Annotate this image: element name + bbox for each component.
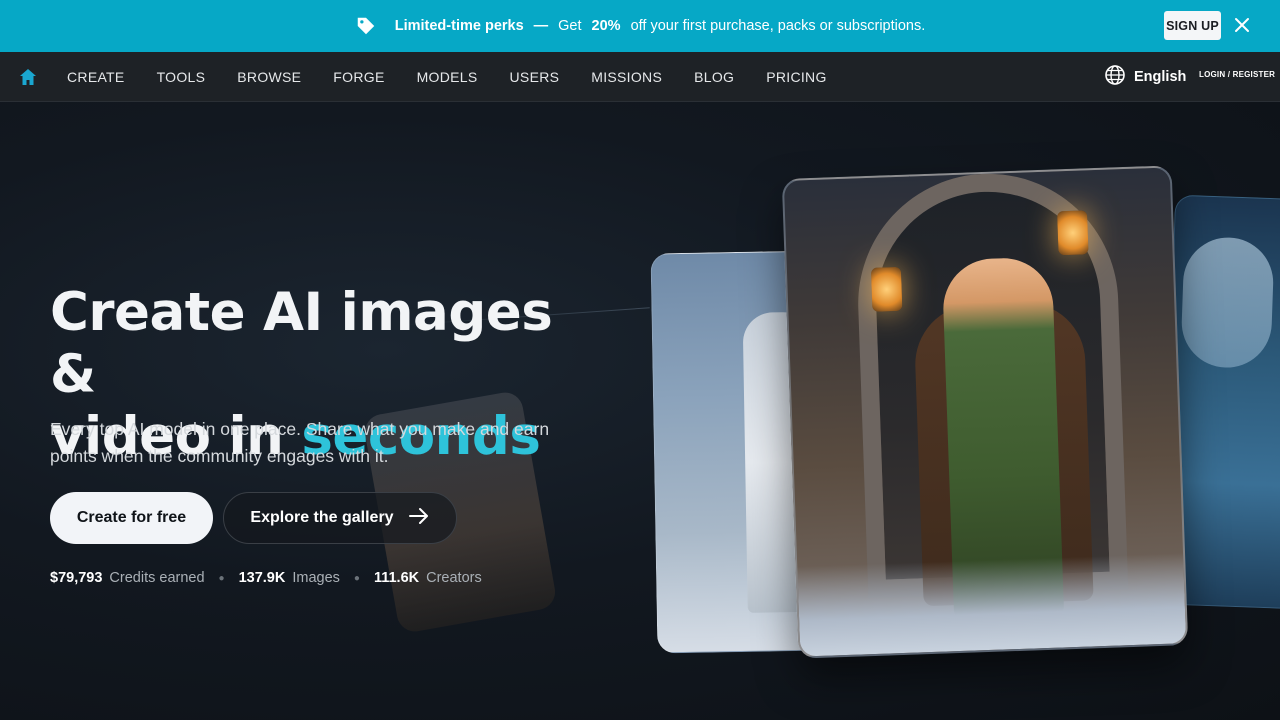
- promo-banner: Limited-time perks — Get 20% off your fi…: [0, 0, 1280, 52]
- stat-images-value: 137.9K: [238, 570, 286, 586]
- stat-separator: ●: [218, 572, 225, 584]
- gallery-card-featured[interactable]: [781, 165, 1189, 659]
- lantern-illustration: [1057, 210, 1089, 256]
- home-icon[interactable]: [18, 67, 38, 87]
- explore-gallery-label: Explore the gallery: [250, 509, 394, 526]
- stat-separator: ●: [353, 572, 360, 584]
- nav-link-users[interactable]: USERS: [494, 52, 576, 102]
- nav-link-browse[interactable]: BROWSE: [221, 52, 317, 102]
- nav-links: CREATE TOOLS BROWSE FORGE MODELS USERS M…: [51, 52, 843, 102]
- promo-get: Get: [558, 18, 582, 34]
- arrow-right-icon: [408, 507, 430, 530]
- hero-subtitle: Every top AI model in one place. Share w…: [50, 419, 550, 466]
- hero-section: Create AI images & video in seconds Ever…: [0, 102, 1280, 720]
- language-selector[interactable]: English: [1104, 65, 1186, 89]
- promo-percent: 20%: [591, 18, 621, 34]
- headline-line-1: Create AI images &: [50, 282, 553, 405]
- snow-ground-illustration: [797, 553, 1187, 657]
- stat-creators-label: Creators: [426, 570, 482, 586]
- promo-dash: —: [533, 18, 549, 34]
- top-nav: CREATE TOOLS BROWSE FORGE MODELS USERS M…: [0, 52, 1280, 102]
- nav-link-pricing[interactable]: PRICING: [750, 52, 842, 102]
- signup-button[interactable]: SIGN UP: [1164, 11, 1221, 40]
- nav-link-models[interactable]: MODELS: [401, 52, 494, 102]
- create-for-free-button[interactable]: Create for free: [50, 492, 213, 544]
- close-icon[interactable]: [1232, 15, 1252, 35]
- nav-link-create[interactable]: CREATE: [51, 52, 141, 102]
- globe-icon: [1104, 64, 1126, 90]
- promo-title: Limited-time perks: [394, 18, 524, 34]
- nav-link-forge[interactable]: FORGE: [317, 52, 400, 102]
- stats-row: $79,793 Credits earned ● 137.9K Images ●…: [50, 570, 482, 586]
- stat-creators-value: 111.6K: [373, 570, 420, 586]
- nav-link-missions[interactable]: MISSIONS: [575, 52, 678, 102]
- stat-images-label: Images: [292, 570, 340, 586]
- language-label: English: [1134, 69, 1187, 85]
- promo-text: off your first purchase, packs or subscr…: [630, 18, 926, 34]
- login-register-link[interactable]: LOGIN / REGISTER: [1199, 70, 1275, 79]
- nav-link-tools[interactable]: TOOLS: [141, 52, 222, 102]
- tag-icon: [355, 15, 377, 37]
- stat-credits-value: $79,793: [50, 570, 103, 586]
- lantern-illustration: [870, 266, 903, 312]
- nav-link-blog[interactable]: BLOG: [678, 52, 750, 102]
- portrait-illustration: [1180, 236, 1275, 370]
- stat-credits-label: Credits earned: [109, 570, 205, 586]
- explore-gallery-button[interactable]: Explore the gallery: [223, 492, 457, 544]
